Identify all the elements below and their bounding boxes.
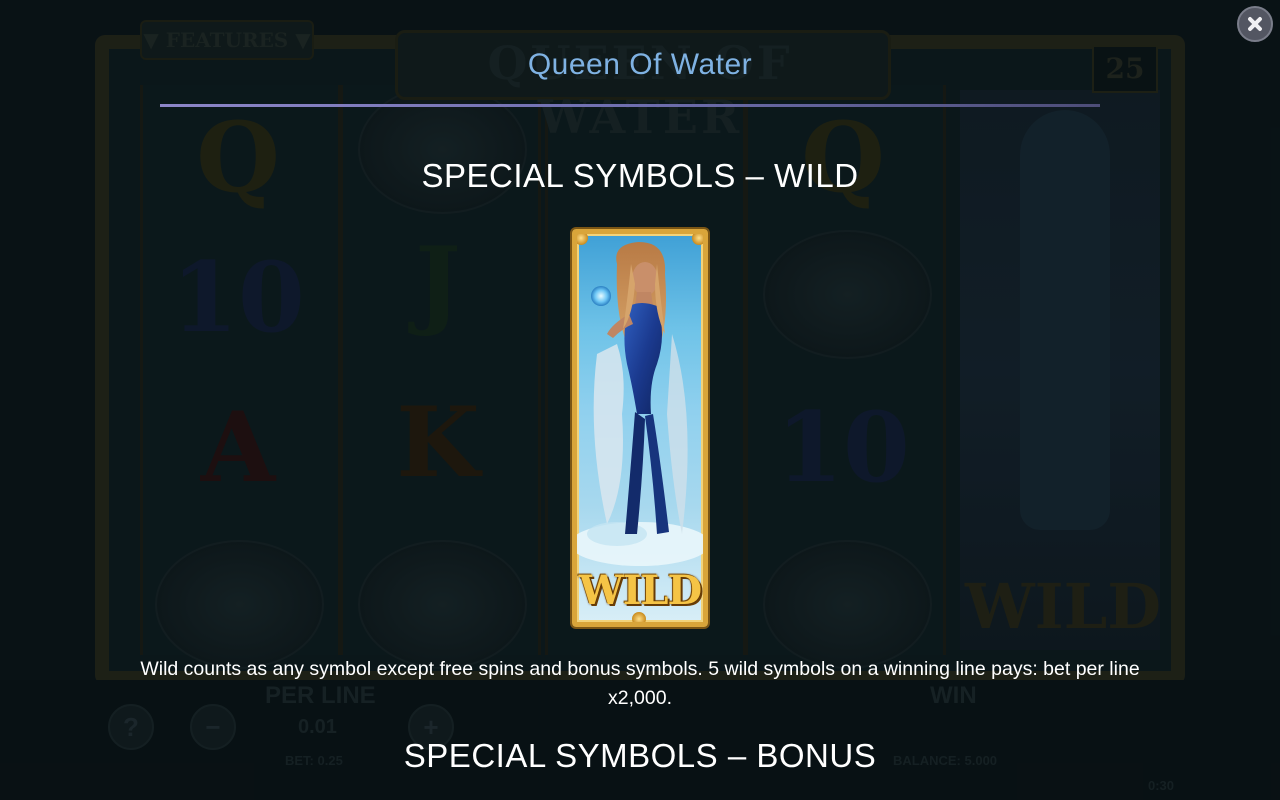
section-heading-bonus: SPECIAL SYMBOLS – BONUS xyxy=(403,737,877,774)
shell-ornament xyxy=(632,612,646,622)
wild-symbol-image: WILD xyxy=(572,229,708,627)
page-title: Queen Of Water xyxy=(527,48,753,81)
frame-ornament xyxy=(692,234,703,245)
queen-illustration xyxy=(577,242,703,566)
wild-symbol-label: WILD xyxy=(578,567,702,614)
title-divider xyxy=(160,104,1100,107)
close-icon[interactable] xyxy=(1237,6,1273,42)
section-heading-wild: SPECIAL SYMBOLS – WILD xyxy=(421,157,859,194)
frame-ornament xyxy=(577,234,588,245)
wild-description: Wild counts as any symbol except free sp… xyxy=(140,658,1140,709)
